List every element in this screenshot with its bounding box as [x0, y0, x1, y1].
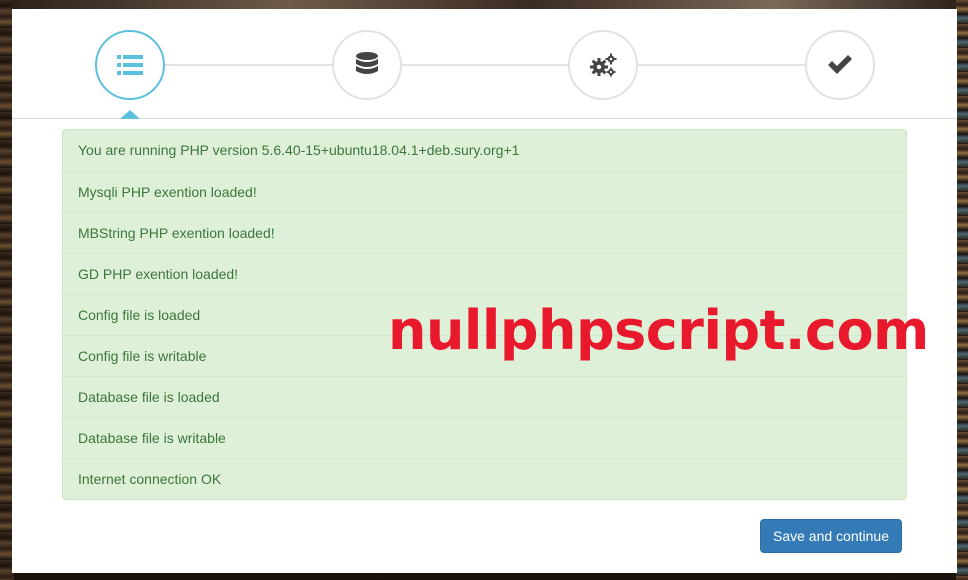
check-mysqli: Mysqli PHP exention loaded! — [63, 171, 906, 212]
background-bookshelf-left — [0, 0, 12, 580]
wizard-progress-line — [162, 64, 842, 66]
check-database-loaded: Database file is loaded — [63, 376, 906, 417]
checkmark-icon — [828, 55, 852, 74]
installer-panel: You are running PHP version 5.6.40-15+ub… — [12, 9, 957, 573]
step-finish[interactable] — [805, 30, 875, 100]
check-internet: Internet connection OK — [63, 458, 906, 499]
list-icon — [117, 55, 143, 75]
watermark-text: nullphpscript.com — [388, 299, 929, 362]
step-database[interactable] — [332, 30, 402, 100]
database-icon — [356, 52, 378, 74]
wizard-steps — [12, 9, 957, 119]
check-mbstring: MBString PHP exention loaded! — [63, 212, 906, 253]
gears-icon — [590, 53, 617, 77]
step-settings[interactable] — [568, 30, 638, 100]
check-php-version: You are running PHP version 5.6.40-15+ub… — [78, 142, 520, 158]
step-requirements[interactable] — [95, 30, 165, 100]
background-bookshelf-top — [0, 0, 968, 9]
check-gd: GD PHP exention loaded! — [63, 253, 906, 294]
background-bookshelf-right — [956, 0, 968, 580]
check-database-writable: Database file is writable — [63, 417, 906, 458]
active-step-pointer — [120, 110, 140, 119]
save-and-continue-button[interactable]: Save and continue — [760, 519, 902, 553]
